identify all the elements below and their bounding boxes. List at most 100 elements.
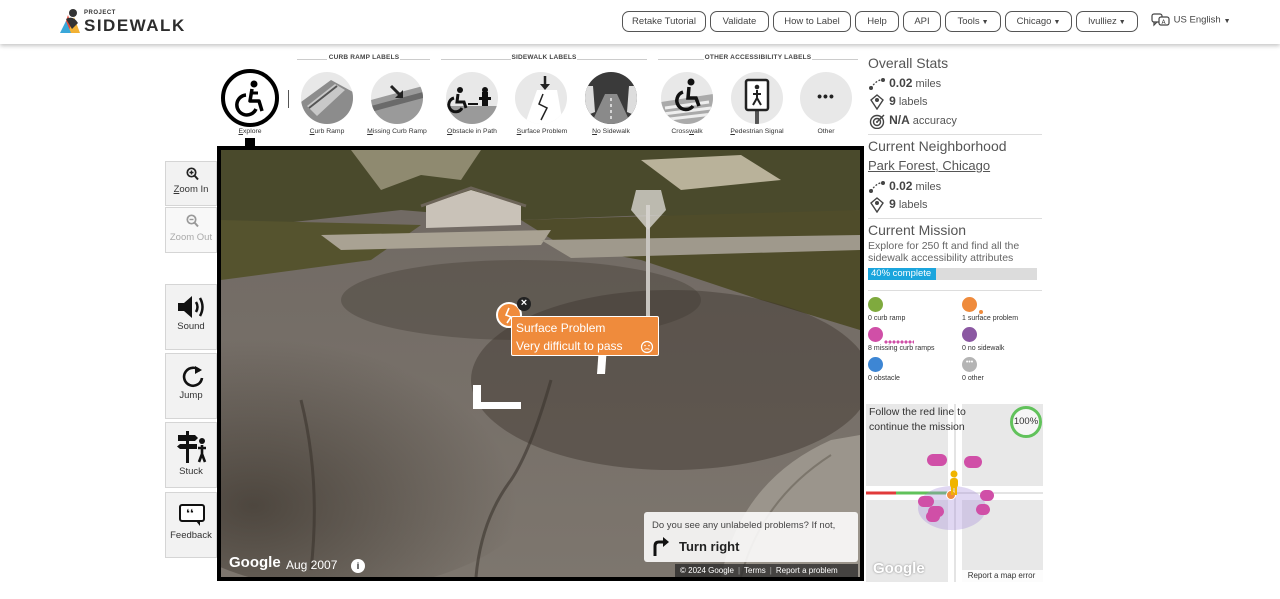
other-count: 0 other (962, 375, 984, 382)
curb-ramp-group-title: CURB RAMP LABELS (328, 54, 400, 61)
label-text: Other (817, 128, 835, 135)
target-icon (869, 114, 885, 130)
panorama-canvas[interactable]: × Surface Problem Very difficult to pass… (221, 150, 860, 577)
api-button[interactable]: API (903, 11, 941, 32)
label-text: o Sidewalk (597, 128, 630, 135)
surface-problem-count: 1 surface problem (962, 315, 1019, 322)
neighborhood-miles: 0.02 miles (868, 179, 941, 194)
api-label: API (914, 16, 930, 27)
copyright-text: © 2024 Google (680, 566, 734, 575)
jump-button[interactable]: Jump (165, 353, 217, 419)
pegman-icon[interactable] (947, 470, 961, 496)
mission-progress-text: 40% complete (871, 268, 932, 279)
mission-title: Current Mission (868, 222, 967, 238)
label-text: issing Curb Ramp (372, 128, 427, 135)
curb-ramp-legend-icon (868, 297, 883, 312)
info-icon[interactable]: i (351, 559, 365, 573)
divider (400, 59, 430, 60)
explore-label: Explore (226, 128, 274, 135)
obstacle-icon (446, 87, 498, 124)
navigation-instruction-box: Do you see any unlabeled problems? If no… (644, 512, 858, 562)
neighborhood-title: Current Neighborhood (868, 138, 1007, 154)
missing-curb-ramp-tool[interactable] (371, 72, 423, 124)
pedestrian-signal-label: Pedestrian Signal (719, 128, 795, 135)
obstacle-tool[interactable] (446, 72, 498, 124)
language-label: US English (1173, 14, 1221, 26)
unit-text: accuracy (912, 115, 957, 127)
divider (297, 59, 327, 60)
divider (441, 59, 511, 60)
obstacle-count: 0 obstacle (868, 375, 900, 382)
more-icon: ••• (817, 88, 835, 104)
retake-tutorial-label: Retake Tutorial (632, 16, 696, 27)
unit-text: labels (898, 199, 928, 211)
city-dropdown[interactable]: Chicago ▼ (1005, 11, 1072, 32)
street-view-panorama[interactable]: × Surface Problem Very difficult to pass… (217, 146, 864, 581)
zoom-out-label: Zoom Out (169, 232, 213, 243)
no-sidewalk-tool[interactable] (585, 72, 637, 124)
crosswalk-icon (661, 78, 713, 124)
missing-curb-ramp-map-marker (926, 511, 940, 522)
overall-miles: 0.02 miles (868, 76, 941, 91)
surface-problem-tool[interactable] (515, 72, 567, 124)
curb-ramp-tool[interactable] (301, 72, 353, 124)
mission-description: Explore for 250 ft and find all the side… (868, 240, 1020, 264)
label-text: Cross (671, 128, 690, 135)
minimap[interactable]: Follow the red line to continue the miss… (866, 404, 1043, 582)
unit-text: labels (898, 96, 928, 108)
speaker-icon (178, 296, 204, 318)
zoom-out-button[interactable]: Zoom Out (165, 207, 217, 253)
instruction-prompt: Do you see any unlabeled problems? If no… (652, 520, 836, 531)
feedback-label: Feedback (170, 530, 212, 541)
curb-ramp-icon (301, 80, 353, 124)
terms-link[interactable]: Terms (744, 566, 766, 575)
label-text: oom In (179, 184, 209, 195)
caret-down-icon: ▼ (981, 19, 989, 26)
report-map-error-link[interactable]: Report a map error (960, 570, 1043, 582)
divider (868, 290, 1042, 291)
report-problem-link[interactable]: Report a problem (776, 566, 838, 575)
divider (812, 59, 858, 60)
count-dots (884, 340, 914, 344)
obstacle-legend-icon (868, 357, 883, 372)
label-tooltip[interactable]: Surface Problem Very difficult to pass (511, 316, 659, 356)
project-sidewalk-logo[interactable]: PROJECT SIDEWALK (58, 7, 184, 35)
capture-date: Aug 2007 (286, 558, 338, 572)
label-severity: Very difficult to pass (516, 339, 623, 353)
user-dropdown[interactable]: lvulliez ▼ (1076, 11, 1138, 32)
other-group-title: OTHER ACCESSIBILITY LABELS (704, 54, 812, 61)
how-to-label-button[interactable]: How to Label (773, 11, 851, 32)
feedback-button[interactable]: ❛❛ Feedback (165, 492, 217, 558)
no-sidewalk-legend-icon (962, 327, 977, 342)
tools-dropdown[interactable]: Tools ▼ (945, 11, 1001, 32)
pedestrian-signal-tool[interactable] (731, 72, 783, 124)
label-text: urb Ramp (314, 128, 345, 135)
overall-labels: 9 labels (868, 94, 928, 111)
stuck-button[interactable]: Stuck (165, 422, 217, 488)
city-label: Chicago (1016, 16, 1052, 27)
zoom-in-button[interactable]: Zoom In (165, 161, 217, 206)
help-button[interactable]: Help (855, 11, 899, 32)
no-sidewalk-label: No Sidewalk (581, 128, 641, 135)
explore-tool[interactable] (221, 69, 279, 127)
other-tool[interactable]: ••• (800, 72, 852, 124)
sound-button[interactable]: Sound (165, 284, 217, 350)
other-legend-icon: ••• (962, 357, 977, 372)
sound-label: Sound (177, 321, 205, 332)
language-dropdown[interactable]: A US English ▼ (1151, 12, 1231, 28)
route-icon (869, 181, 885, 194)
retake-tutorial-button[interactable]: Retake Tutorial (622, 11, 706, 32)
surface-problem-label: Surface Problem (506, 128, 578, 135)
validate-button[interactable]: Validate (710, 11, 769, 32)
caret-down-icon: ▼ (1118, 19, 1126, 26)
accessibility-icon (235, 80, 264, 117)
surface-problem-icon (525, 76, 563, 124)
delete-label-button[interactable]: × (517, 297, 531, 311)
crosswalk-tool[interactable] (661, 72, 713, 124)
minimap-instruction: Follow the red line to continue the miss… (869, 406, 966, 433)
missing-curb-ramp-legend-icon (868, 327, 883, 342)
validate-label: Validate (722, 16, 757, 27)
divider (288, 90, 289, 108)
neighborhood-name-link[interactable]: Park Forest, Chicago (868, 158, 990, 173)
neighborhood-labels-value: 9 (889, 197, 896, 211)
